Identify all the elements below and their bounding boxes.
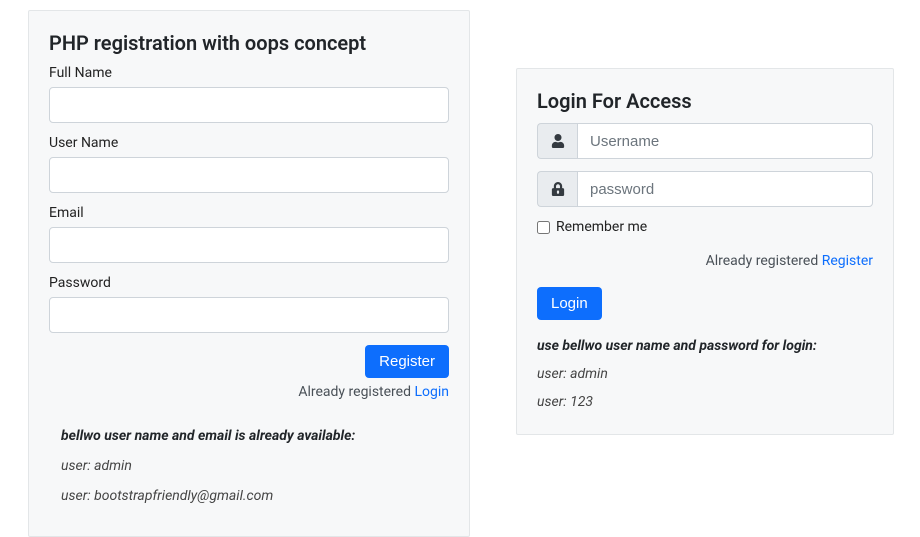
registration-hint-user: user: admin bbox=[61, 458, 449, 474]
registration-hint-email: user: bootstrapfriendly@gmail.com bbox=[61, 488, 449, 504]
password-label: Password bbox=[49, 275, 449, 291]
register-link[interactable]: Register bbox=[822, 253, 873, 269]
registration-hint-title: bellwo user name and email is already av… bbox=[61, 428, 449, 444]
login-password-group bbox=[537, 171, 873, 207]
login-already-row: Already registered Register bbox=[537, 253, 873, 269]
register-button[interactable]: Register bbox=[365, 345, 449, 378]
login-already-text: Already registered bbox=[706, 253, 822, 269]
fullname-input[interactable] bbox=[49, 87, 449, 123]
user-icon bbox=[537, 123, 577, 159]
remember-me-label: Remember me bbox=[556, 219, 647, 235]
remember-me-checkbox[interactable] bbox=[537, 221, 550, 234]
login-link[interactable]: Login bbox=[414, 384, 449, 400]
login-hint: use bellwo user name and password for lo… bbox=[537, 338, 873, 410]
already-registered-text: Already registered bbox=[298, 384, 414, 400]
email-label: Email bbox=[49, 205, 449, 221]
login-username-group bbox=[537, 123, 873, 159]
login-password-input[interactable] bbox=[577, 171, 873, 207]
login-title: Login For Access bbox=[537, 89, 873, 113]
email-input[interactable] bbox=[49, 227, 449, 263]
registration-title: PHP registration with oops concept bbox=[49, 31, 449, 55]
registration-panel: PHP registration with oops concept Full … bbox=[28, 10, 470, 537]
remember-me-row[interactable]: Remember me bbox=[537, 219, 873, 235]
login-username-input[interactable] bbox=[577, 123, 873, 159]
already-registered-row: Already registered Login bbox=[49, 384, 449, 400]
login-hint-pass: user: 123 bbox=[537, 394, 873, 410]
password-input[interactable] bbox=[49, 297, 449, 333]
username-label: User Name bbox=[49, 135, 449, 151]
login-button[interactable]: Login bbox=[537, 287, 602, 320]
lock-icon bbox=[537, 171, 577, 207]
login-hint-user: user: admin bbox=[537, 366, 873, 382]
registration-hint: bellwo user name and email is already av… bbox=[49, 428, 449, 504]
username-input[interactable] bbox=[49, 157, 449, 193]
login-hint-title: use bellwo user name and password for lo… bbox=[537, 338, 873, 354]
fullname-label: Full Name bbox=[49, 65, 449, 81]
login-panel: Login For Access Remember me Already reg… bbox=[516, 68, 894, 435]
